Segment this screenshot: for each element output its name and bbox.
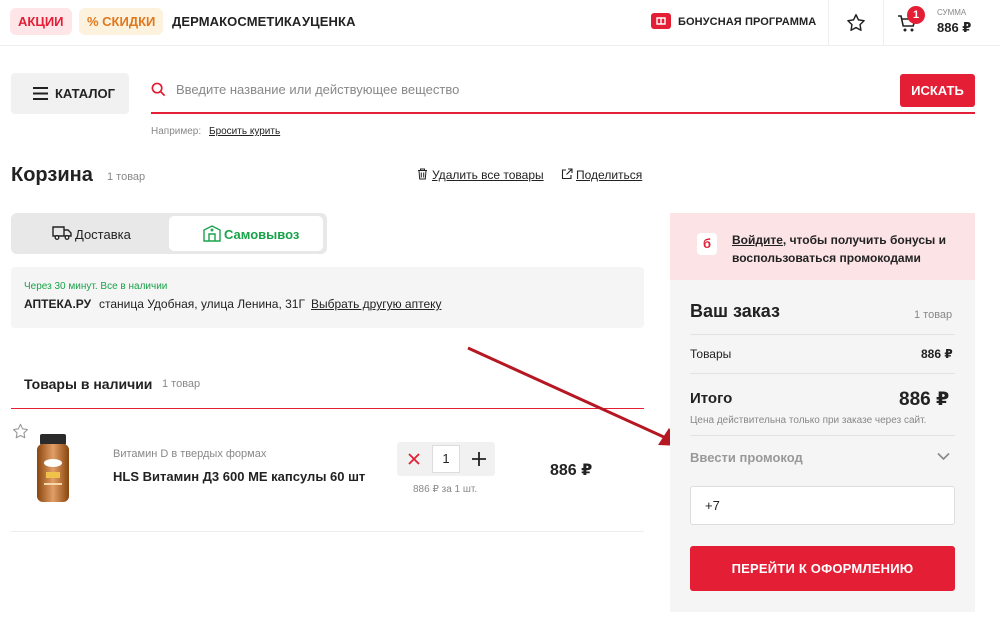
product-category: Витамин D в твердых формах bbox=[113, 448, 267, 460]
product-name[interactable]: HLS Витамин Д3 600 МЕ капсулы 60 шт bbox=[113, 469, 365, 484]
top-bar: АКЦИИ % СКИДКИ ДЕРМАКОСМЕТИКА УЦЕНКА БОН… bbox=[0, 0, 1000, 46]
bonus-program-link[interactable]: БОНУСНАЯ ПРОГРАММА bbox=[678, 16, 816, 28]
search-underline bbox=[151, 112, 975, 114]
search-example-prefix: Например: bbox=[151, 126, 202, 137]
cart-count-badge: 1 bbox=[907, 6, 925, 24]
order-count: 1 товар bbox=[914, 309, 953, 321]
total-label: Итого bbox=[690, 390, 733, 407]
tab-pickup[interactable]: Самовывоз bbox=[224, 227, 299, 242]
chevron-down-icon[interactable] bbox=[937, 452, 950, 461]
discount-link[interactable]: % СКИДКИ bbox=[79, 8, 164, 35]
order-title: Ваш заказ bbox=[690, 301, 780, 321]
divider bbox=[690, 373, 955, 374]
annotation-arrow-icon bbox=[467, 346, 682, 446]
search-example-link[interactable]: Бросить курить bbox=[209, 126, 280, 137]
product-image[interactable] bbox=[33, 433, 73, 505]
menu-icon bbox=[33, 87, 48, 100]
plus-icon[interactable] bbox=[472, 452, 486, 466]
favorite-star-icon[interactable] bbox=[11, 422, 30, 441]
tab-delivery[interactable]: Доставка bbox=[75, 227, 131, 242]
delete-all-link[interactable]: Удалить все товары bbox=[432, 168, 544, 182]
sum-caption: СУММА bbox=[937, 8, 967, 17]
bonus-b-icon: б bbox=[697, 233, 717, 255]
login-text-2: воспользоваться промокодами bbox=[732, 251, 921, 265]
remove-icon[interactable] bbox=[408, 453, 420, 465]
phone-field[interactable]: +7 bbox=[690, 486, 955, 525]
item-divider bbox=[11, 531, 644, 532]
share-link[interactable]: Поделиться bbox=[576, 168, 642, 182]
section-title: Товары в наличии bbox=[24, 376, 153, 392]
goods-label: Товары bbox=[690, 347, 732, 361]
store-icon bbox=[203, 225, 221, 242]
bonus-icon bbox=[651, 13, 671, 29]
cart-sum: 886 ₽ bbox=[937, 20, 972, 35]
quantity-value[interactable]: 1 bbox=[432, 445, 460, 473]
pharmacy-name: АПТЕКА.РУ bbox=[24, 297, 92, 311]
divider bbox=[828, 0, 829, 46]
total-value: 886 ₽ bbox=[899, 389, 950, 410]
page-title: Корзина bbox=[11, 164, 93, 186]
search-button[interactable]: ИСКАТЬ bbox=[900, 74, 975, 107]
price-note: Цена действительна только при заказе чер… bbox=[690, 415, 927, 426]
favorites-icon[interactable] bbox=[845, 12, 867, 37]
divider bbox=[883, 0, 884, 46]
login-text-1: , чтобы получить бонусы и bbox=[782, 233, 946, 247]
catalog-label: КАТАЛОГ bbox=[55, 86, 115, 101]
share-icon bbox=[561, 168, 573, 180]
checkout-button[interactable]: ПЕРЕЙТИ К ОФОРМЛЕНИЮ bbox=[690, 546, 955, 591]
section-count: 1 товар bbox=[162, 378, 201, 390]
search-input[interactable] bbox=[176, 82, 876, 97]
unit-price: 886 ₽ за 1 шт. bbox=[413, 484, 478, 495]
goods-value: 886 ₽ bbox=[921, 347, 953, 361]
search-icon bbox=[151, 82, 166, 97]
pickup-note: Через 30 минут. Все в наличии bbox=[24, 281, 168, 292]
divider bbox=[690, 435, 955, 436]
change-pharmacy-link[interactable]: Выбрать другую аптеку bbox=[311, 297, 442, 311]
markdown-link[interactable]: УЦЕНКА bbox=[302, 14, 356, 29]
divider bbox=[690, 334, 955, 335]
cart-count: 1 товар bbox=[107, 171, 146, 183]
truck-icon bbox=[52, 226, 72, 240]
item-price: 886 ₽ bbox=[550, 462, 593, 479]
login-banner-text: Войдите, чтобы получить бонусы и bbox=[732, 231, 946, 249]
trash-icon bbox=[418, 168, 427, 180]
pharmacy-address: станица Удобная, улица Ленина, 31Г bbox=[99, 297, 305, 311]
catalog-button[interactable]: КАТАЛОГ bbox=[11, 73, 129, 114]
dermacosmetics-link[interactable]: ДЕРМАКОСМЕТИКА bbox=[172, 14, 301, 29]
login-link[interactable]: Войдите bbox=[732, 233, 783, 247]
promo-toggle[interactable]: Ввести промокод bbox=[690, 450, 803, 465]
sale-link[interactable]: АКЦИИ bbox=[10, 8, 72, 35]
